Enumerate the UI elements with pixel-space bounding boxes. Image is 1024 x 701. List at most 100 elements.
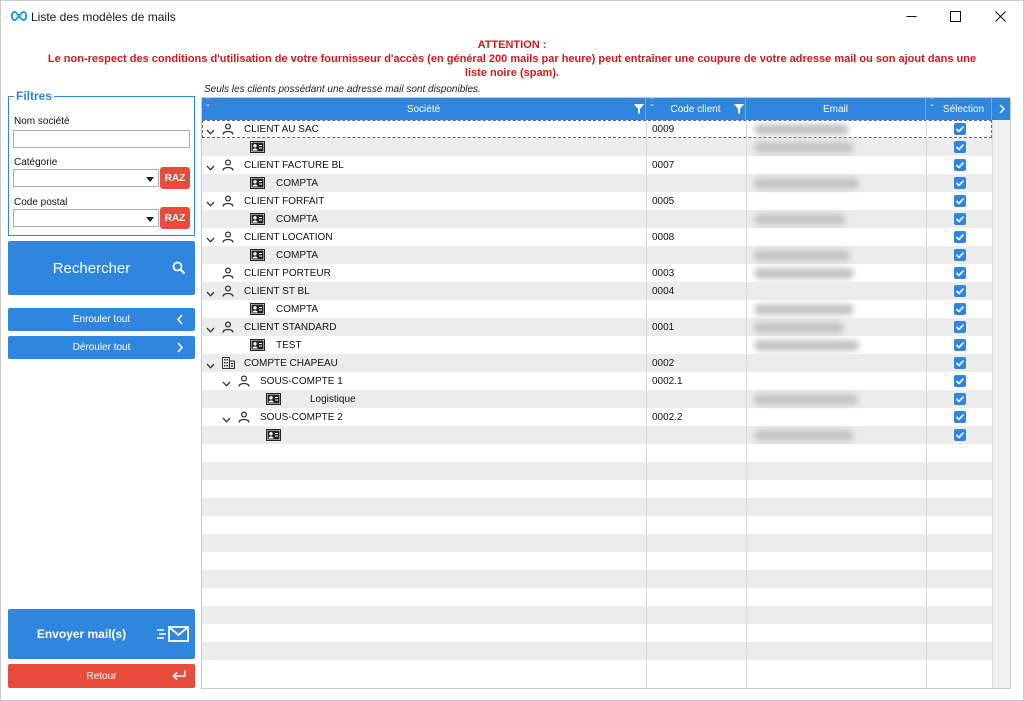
selection-checkbox[interactable]	[954, 357, 966, 369]
postal-code-reset-button[interactable]: RAZ	[160, 207, 190, 229]
return-arrow-icon	[172, 670, 186, 681]
selection-checkbox[interactable]	[954, 285, 966, 297]
warning-title: ATTENTION :	[477, 39, 547, 51]
row-company-name: COMPTA	[276, 177, 319, 189]
selection-checkbox[interactable]	[954, 141, 966, 153]
chevron-down-icon[interactable]	[222, 414, 231, 426]
search-button[interactable]: Rechercher	[8, 241, 195, 295]
chevron-down-icon	[146, 217, 154, 222]
column-header-code[interactable]: ⌃ ⌄ Code client	[646, 98, 746, 120]
table-row[interactable]: CLIENT FORFAIT 0005	[202, 192, 992, 210]
column-header-email[interactable]: Email	[746, 98, 926, 120]
chevron-down-icon	[146, 177, 154, 182]
company-name-input[interactable]	[13, 130, 190, 148]
selection-checkbox[interactable]	[954, 249, 966, 261]
table-row[interactable]	[202, 138, 992, 156]
empty-row	[202, 606, 992, 624]
table-row[interactable]: COMPTE CHAPEAU 0002	[202, 354, 992, 372]
table-row[interactable]: SOUS-COMPTE 1 0002.1	[202, 372, 992, 390]
selection-checkbox[interactable]	[954, 321, 966, 333]
contact-card-icon	[250, 303, 265, 318]
selection-checkbox[interactable]	[954, 429, 966, 441]
blurred-email	[754, 394, 858, 405]
blurred-email	[754, 250, 850, 261]
table-row[interactable]: CLIENT ST BL 0004	[202, 282, 992, 300]
selection-checkbox[interactable]	[954, 339, 966, 351]
filter-icon[interactable]	[734, 104, 744, 114]
clients-grid: ⌃ ⌄ Société ⌃ ⌄ Code client Email ⌃ ⌄ Sélec…	[201, 97, 1011, 689]
column-divider	[646, 120, 647, 688]
row-client-code: 0007	[652, 159, 675, 171]
table-row[interactable]: COMPTA	[202, 246, 992, 264]
selection-checkbox[interactable]	[954, 411, 966, 423]
table-row[interactable]: CLIENT FACTURE BL 0007	[202, 156, 992, 174]
filter-icon[interactable]	[634, 104, 644, 114]
table-row[interactable]: Logistique	[202, 390, 992, 408]
selection-checkbox[interactable]	[954, 177, 966, 189]
user-icon	[222, 159, 234, 174]
chevron-down-icon[interactable]	[206, 198, 215, 210]
selection-checkbox[interactable]	[954, 303, 966, 315]
category-reset-button[interactable]: RAZ	[160, 167, 190, 189]
send-mails-button[interactable]: Envoyer mail(s)	[8, 609, 195, 659]
chevron-down-icon[interactable]	[206, 234, 215, 246]
expand-all-button[interactable]: Dérouler tout	[8, 336, 195, 359]
column-header-selection[interactable]: ⌃ ⌄ Sélection	[926, 98, 992, 120]
empty-row	[202, 624, 992, 642]
chevron-down-icon[interactable]	[222, 378, 231, 390]
row-company-name: COMPTA	[276, 249, 319, 261]
maximize-button[interactable]	[932, 1, 978, 32]
chevron-down-icon[interactable]	[206, 162, 215, 174]
chevron-down-icon[interactable]	[206, 288, 215, 300]
chevron-right-icon	[177, 342, 184, 353]
selection-checkbox[interactable]	[954, 231, 966, 243]
chevron-down-icon[interactable]	[206, 360, 215, 372]
chevron-down-icon[interactable]	[206, 324, 215, 336]
user-icon	[222, 285, 234, 300]
selection-checkbox[interactable]	[954, 159, 966, 171]
collapse-all-label: Enrouler tout	[72, 314, 131, 325]
chevron-down-icon[interactable]	[206, 126, 215, 138]
title-bar[interactable]: Liste des modèles de mails	[1, 1, 1023, 32]
sort-icon: ⌃ ⌄	[929, 97, 935, 108]
blurred-email	[754, 178, 859, 189]
empty-row	[202, 642, 992, 660]
selection-checkbox[interactable]	[954, 393, 966, 405]
postal-code-label: Code postal	[14, 197, 68, 208]
vertical-scrollbar[interactable]	[992, 120, 1010, 688]
column-header-company[interactable]: ⌃ ⌄ Société	[202, 98, 646, 120]
selection-checkbox[interactable]	[954, 213, 966, 225]
table-row[interactable]: SOUS-COMPTE 2 0002.2	[202, 408, 992, 426]
user-icon	[222, 231, 234, 246]
table-row[interactable]: CLIENT STANDARD 0001	[202, 318, 992, 336]
selection-checkbox[interactable]	[954, 375, 966, 387]
user-icon	[238, 411, 250, 426]
category-select[interactable]	[13, 169, 159, 187]
table-row[interactable]: COMPTA	[202, 174, 992, 192]
minimize-icon	[906, 16, 916, 17]
table-row[interactable]	[202, 426, 992, 444]
close-button[interactable]	[977, 1, 1023, 32]
row-company-name: COMPTE CHAPEAU	[244, 357, 338, 369]
scroll-columns-right-button[interactable]	[992, 98, 1010, 120]
table-row[interactable]: CLIENT LOCATION 0008	[202, 228, 992, 246]
user-icon	[222, 267, 234, 282]
minimize-button[interactable]	[888, 1, 934, 32]
contact-card-icon	[250, 213, 265, 228]
table-row[interactable]: COMPTA	[202, 300, 992, 318]
contact-card-icon	[250, 249, 265, 264]
spam-warning: ATTENTION : Le non-respect des condition…	[11, 38, 1013, 80]
table-row[interactable]: COMPTA	[202, 210, 992, 228]
collapse-all-button[interactable]: Enrouler tout	[8, 308, 195, 331]
table-row[interactable]: TEST	[202, 336, 992, 354]
selection-checkbox[interactable]	[954, 123, 966, 135]
table-row[interactable]: CLIENT PORTEUR 0003	[202, 264, 992, 282]
postal-code-select[interactable]	[13, 209, 159, 227]
row-company-name: TEST	[276, 339, 302, 351]
selection-checkbox[interactable]	[954, 195, 966, 207]
selection-checkbox[interactable]	[954, 267, 966, 279]
blurred-email	[754, 340, 859, 351]
table-row[interactable]: CLIENT AU SAC 0009	[202, 120, 992, 138]
row-company-name: CLIENT AU SAC	[244, 123, 319, 135]
back-button[interactable]: Retour	[8, 664, 195, 688]
